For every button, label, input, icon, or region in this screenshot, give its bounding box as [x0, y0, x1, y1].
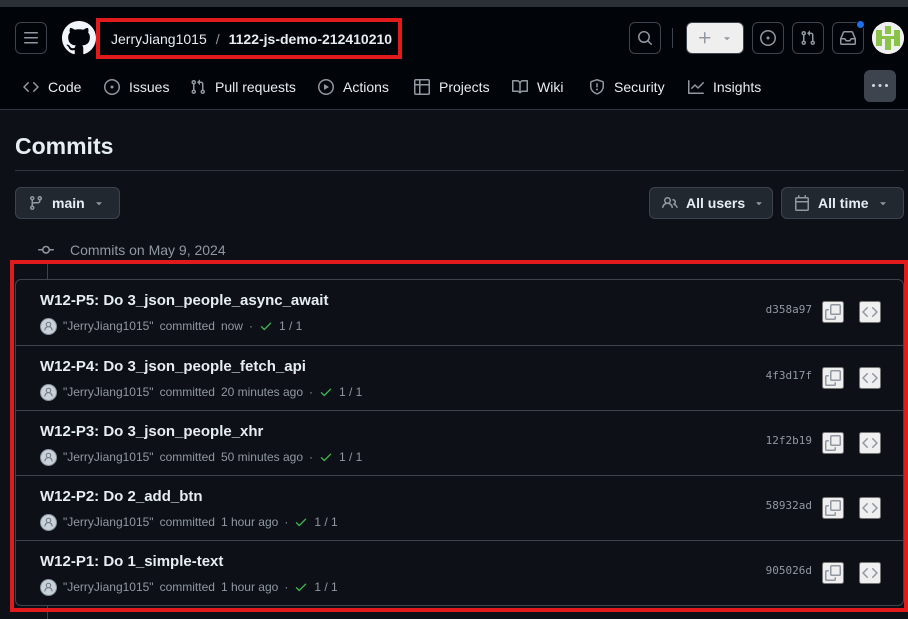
table-icon — [414, 79, 430, 95]
branch-selector-button[interactable]: main — [15, 187, 120, 219]
annotation-highlight-header — [96, 18, 402, 59]
annotation-highlight-commits — [10, 260, 908, 612]
user-avatar[interactable] — [872, 22, 904, 54]
triangle-down-icon — [756, 202, 762, 206]
tab-issues[interactable]: Issues — [104, 70, 169, 104]
tab-issues-label: Issues — [129, 79, 170, 95]
tab-security[interactable]: Security — [589, 70, 665, 104]
tab-wiki[interactable]: Wiki — [512, 70, 563, 104]
tab-insights-label: Insights — [713, 79, 762, 95]
tab-code[interactable]: Code — [23, 70, 81, 104]
users-filter-button[interactable]: All users — [649, 187, 773, 219]
create-new-button[interactable] — [686, 22, 744, 54]
triangle-down-icon — [724, 37, 730, 41]
git-pull-request-icon — [191, 79, 206, 95]
page-title: Commits — [15, 133, 114, 159]
repo-navigation: Code Issues Pull requests Actions Projec… — [0, 70, 908, 104]
three-bars-icon — [24, 32, 38, 44]
branch-name: main — [52, 195, 85, 211]
time-filter-label: All time — [818, 195, 869, 211]
tab-pull-requests-label: Pull requests — [215, 79, 296, 95]
triangle-down-icon — [879, 202, 886, 206]
window-top-strip — [0, 0, 908, 7]
book-icon — [512, 79, 528, 94]
people-icon — [662, 196, 678, 209]
tab-wiki-label: Wiki — [537, 79, 564, 95]
inbox-icon — [840, 31, 856, 45]
tab-security-label: Security — [614, 79, 665, 95]
git-branch-icon — [29, 196, 42, 211]
more-options-button[interactable] — [864, 70, 896, 102]
git-commit-icon — [38, 245, 54, 254]
issue-opened-icon — [104, 79, 120, 95]
tab-projects[interactable]: Projects — [414, 70, 490, 104]
issues-button[interactable] — [752, 22, 784, 54]
notification-indicator — [856, 20, 865, 29]
play-icon — [318, 79, 334, 95]
github-logo-icon[interactable] — [62, 21, 96, 55]
calendar-icon — [795, 195, 809, 211]
title-divider — [15, 170, 904, 171]
graph-icon — [688, 80, 704, 94]
tab-actions-label: Actions — [343, 79, 389, 95]
identicon-avatar-icon — [872, 22, 904, 54]
header-divider — [672, 28, 673, 48]
app-header: JerryJiang1015/1122-js-demo-212410210 Co… — [0, 0, 908, 110]
search-button[interactable] — [629, 22, 661, 54]
commit-date-label: Commits on May 9, 2024 — [70, 242, 226, 258]
kebab-horizontal-icon — [872, 84, 888, 87]
plus-icon — [699, 32, 711, 44]
tab-pull-requests[interactable]: Pull requests — [190, 70, 296, 104]
commit-date-heading: Commits on May 9, 2024 — [38, 241, 226, 259]
tab-projects-label: Projects — [439, 79, 490, 95]
tab-actions[interactable]: Actions — [318, 70, 389, 104]
tab-insights[interactable]: Insights — [688, 70, 761, 104]
tab-code-label: Code — [48, 79, 82, 95]
git-pull-request-icon — [801, 30, 816, 46]
pull-requests-button[interactable] — [792, 22, 824, 54]
code-icon — [23, 81, 39, 93]
triangle-down-icon — [95, 202, 102, 206]
hamburger-menu-button[interactable] — [15, 22, 47, 54]
issue-opened-icon — [760, 30, 776, 46]
users-filter-label: All users — [686, 195, 746, 211]
shield-icon — [590, 79, 604, 95]
time-filter-button[interactable]: All time — [781, 187, 904, 219]
search-icon — [638, 31, 653, 46]
